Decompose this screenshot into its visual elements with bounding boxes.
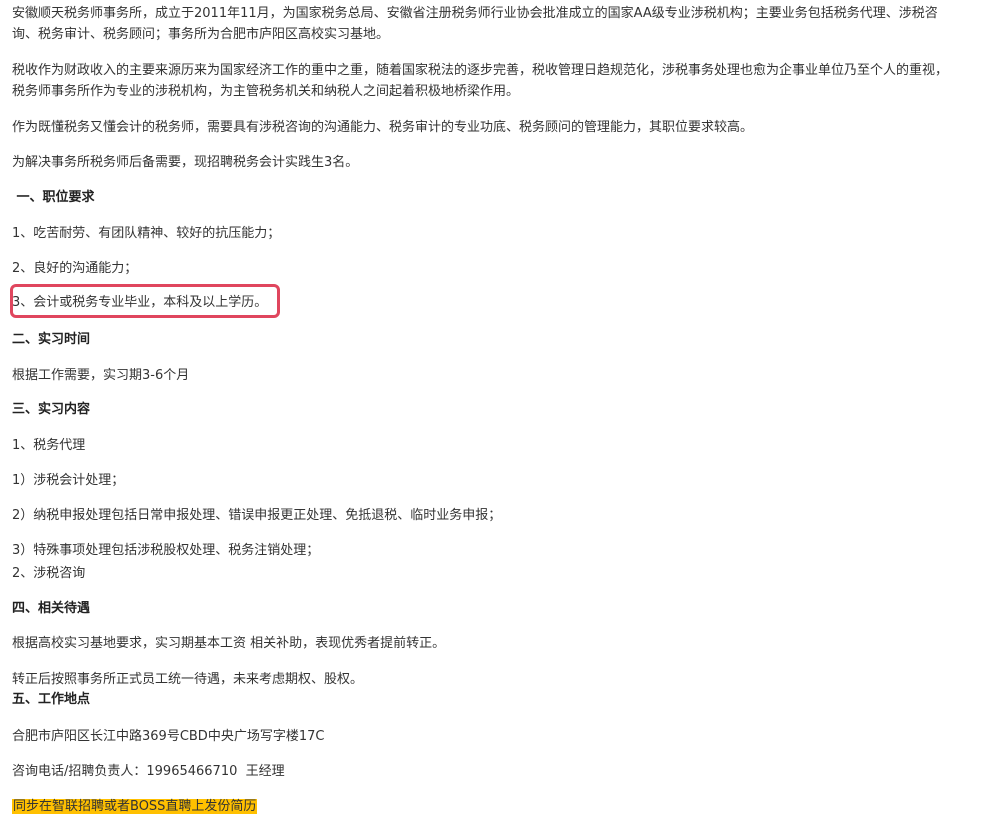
content-item: 3）特殊事项处理包括涉税股权处理、税务注销处理； [12, 543, 320, 558]
benefits-item: 转正后按照事务所正式员工统一待遇，未来考虑期权、股权。 [12, 672, 364, 687]
intro-paragraph-3: 作为既懂税务又懂会计的税务师，需要具有涉税咨询的沟通能力、税务审计的专业功底、税… [12, 120, 754, 135]
section-heading-benefits: 四、相关待遇 [12, 601, 91, 616]
content-item: 2、涉税咨询 [12, 566, 86, 581]
intro-paragraph-2-line-2: 税务师事务所作为专业的涉税机构，为主管税务机关和纳税人之间起着积极地桥梁作用。 [12, 84, 520, 99]
requirement-item: 1、吃苦耐劳、有团队精神、较好的抗压能力； [12, 226, 281, 241]
intro-paragraph-1-line-2: 询、税务审计、税务顾问；事务所为合肥市庐阳区高校实习基地。 [12, 27, 390, 42]
content-item: 2）纳税申报处理包括日常申报处理、错误申报更正处理、免抵退税、临时业务申报； [12, 508, 502, 523]
highlight-annotation-box [10, 284, 280, 318]
intro-paragraph-2-line-1: 税收作为财政收入的主要来源历来为国家经济工作的重中之重，随着国家税法的逐步完善，… [12, 63, 949, 78]
apply-note-highlighted-text: 同步在智联招聘或者BOSS直聘上发份简历 [12, 799, 258, 814]
section-heading-content: 三、实习内容 [12, 402, 91, 417]
content-item: 1、税务代理 [12, 438, 86, 453]
content-item: 1）涉税会计处理； [12, 473, 125, 488]
section-heading-location: 五、工作地点 [12, 692, 91, 707]
apply-note: 同步在智联招聘或者BOSS直聘上发份简历 [12, 797, 258, 817]
location-address: 合肥市庐阳区长江中路369号CBD中央广场写字楼17C [12, 729, 325, 744]
section-heading-requirements: 一、职位要求 [12, 190, 95, 205]
benefits-item: 根据高校实习基地要求，实习期基本工资 相关补助，表现优秀者提前转正。 [12, 636, 446, 651]
intro-paragraph-1-line-1: 安徽顺天税务师事务所，成立于2011年11月，为国家税务总局、安徽省注册税务师行… [12, 6, 938, 21]
intro-paragraph-4: 为解决事务所税务师后备需要，现招聘税务会计实践生3名。 [12, 155, 359, 170]
period-text: 根据工作需要，实习期3-6个月 [12, 368, 190, 383]
section-heading-period: 二、实习时间 [12, 332, 91, 347]
requirement-item: 2、良好的沟通能力； [12, 261, 138, 276]
contact-info: 咨询电话/招聘负责人：19965466710 王经理 [12, 764, 285, 779]
